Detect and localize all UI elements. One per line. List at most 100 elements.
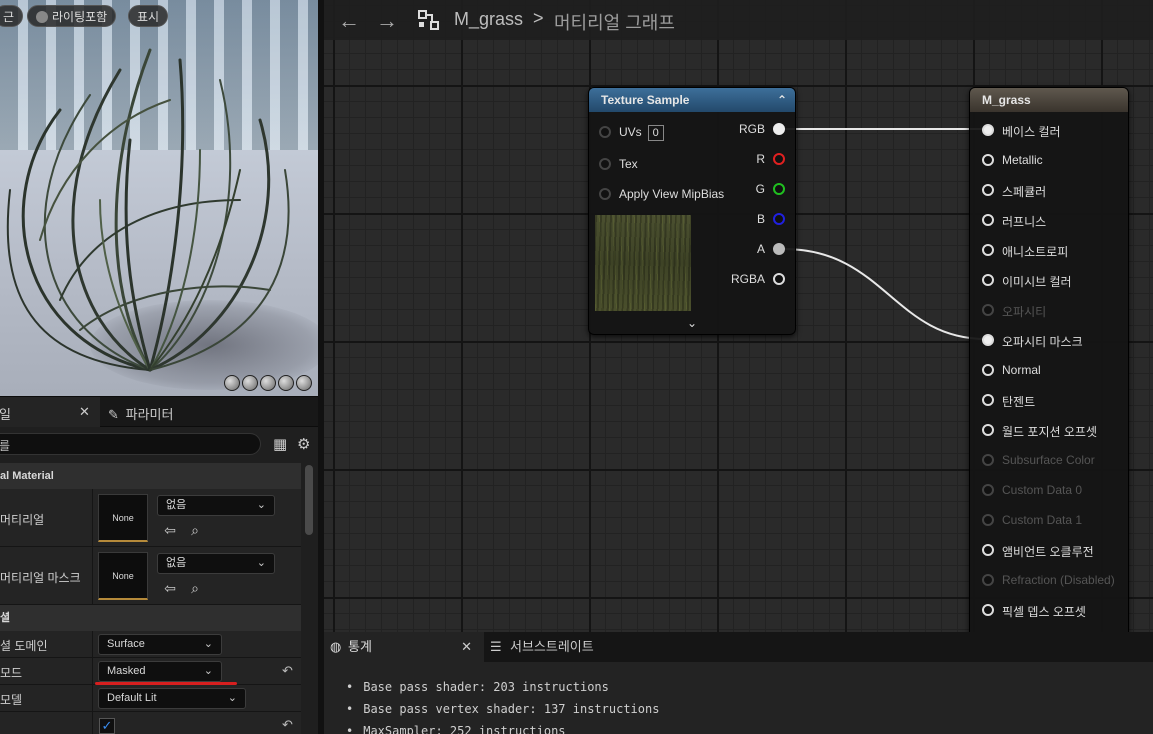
material-graph-canvas[interactable]: ← → M_grass > 머티리얼 그래프 Texture Sample ⌃ … xyxy=(318,0,1153,632)
pin-icon[interactable] xyxy=(982,514,994,526)
material-asset-combo[interactable]: 없음 ⌄ xyxy=(157,495,275,516)
pin-icon[interactable] xyxy=(773,183,785,195)
material-input-pin[interactable]: 탄젠트 xyxy=(970,392,1128,412)
material-input-pin[interactable]: 스페큘러 xyxy=(970,182,1128,202)
node-header[interactable]: Texture Sample ⌃ xyxy=(589,88,795,112)
tab-details-label: 일 xyxy=(0,407,11,422)
chevron-down-icon: ⌄ xyxy=(227,692,237,704)
tab-stats[interactable]: ◍ 통계 ✕ xyxy=(324,632,484,662)
material-asset-combo[interactable]: 없음 ⌄ xyxy=(157,553,275,574)
plane-shape-icon[interactable] xyxy=(260,375,276,391)
material-input-pin[interactable]: 러프니스 xyxy=(970,212,1128,232)
pin-icon[interactable] xyxy=(982,454,994,466)
pin-icon[interactable] xyxy=(982,544,994,556)
output-pin-r[interactable]: R xyxy=(589,149,795,169)
sphere-shape-icon[interactable] xyxy=(242,375,258,391)
node-header[interactable]: M_grass xyxy=(970,88,1128,112)
viewport-show-button[interactable]: 표시 xyxy=(128,5,169,27)
material-input-pin[interactable]: 월드 포지션 오프셋 xyxy=(970,422,1128,442)
details-search-input[interactable]: 를 xyxy=(0,433,261,455)
pin-icon[interactable] xyxy=(982,214,994,226)
gear-icon[interactable]: ⚙ xyxy=(297,435,310,453)
pin-icon[interactable] xyxy=(982,574,994,586)
custom-mesh-icon[interactable] xyxy=(296,375,312,391)
stats-panel: ◍통계 ✕ ☰서브스트레이트 Base pass shader: 203 ins… xyxy=(318,632,1153,734)
pin-label: 스페큘러 xyxy=(1002,185,1047,199)
details-scrollbar[interactable] xyxy=(305,465,313,535)
material-input-pin[interactable]: Metallic xyxy=(970,152,1128,172)
material-input-pin[interactable]: 이미시브 컬러 xyxy=(970,272,1128,292)
browse-asset-icon[interactable]: ⌕ xyxy=(187,580,203,596)
material-input-pin[interactable]: 애니소트로피 xyxy=(970,242,1128,262)
stats-icon: ◍ xyxy=(330,639,342,654)
list-icon: ☰ xyxy=(490,639,502,654)
material-domain-combo[interactable]: Surface ⌄ xyxy=(98,634,222,655)
cylinder-shape-icon[interactable] xyxy=(224,375,240,391)
pin-icon[interactable] xyxy=(773,273,785,285)
material-input-pin[interactable]: Custom Data 0 xyxy=(970,482,1128,502)
stat-line: Base pass vertex shader: 137 instruction… xyxy=(346,702,659,716)
viewport-view-button[interactable]: 근 xyxy=(0,5,24,27)
pin-icon[interactable] xyxy=(773,213,785,225)
browse-asset-icon[interactable]: ⌕ xyxy=(187,522,203,538)
use-selected-icon[interactable]: ⇦ xyxy=(162,522,178,538)
texture-preview-image xyxy=(595,215,691,311)
tab-details[interactable]: 일 ✕ xyxy=(0,397,100,427)
pin-label: Custom Data 0 xyxy=(1002,483,1083,497)
table-view-icon[interactable]: ▦ xyxy=(273,435,287,453)
material-input-pin[interactable]: 픽셀 뎁스 오프셋 xyxy=(970,602,1128,622)
pin-icon[interactable] xyxy=(982,304,994,316)
pin-icon[interactable] xyxy=(982,394,994,406)
pin-icon[interactable] xyxy=(982,604,994,616)
pin-icon[interactable] xyxy=(982,124,994,136)
tab-parameters[interactable]: ✎ 파라미터 xyxy=(108,404,173,423)
pin-icon[interactable] xyxy=(982,154,994,166)
pin-icon[interactable] xyxy=(982,334,994,346)
use-selected-icon[interactable]: ⇦ xyxy=(162,580,178,596)
shading-model-combo[interactable]: Default Lit ⌄ xyxy=(98,688,246,709)
pin-icon[interactable] xyxy=(982,484,994,496)
pin-label: 오파시티 마스크 xyxy=(1002,335,1083,349)
output-pin-g[interactable]: G xyxy=(589,179,795,199)
material-thumbnail[interactable]: None xyxy=(98,552,148,600)
pin-label: 애니소트로피 xyxy=(1002,245,1069,259)
property-checkbox[interactable]: ✓ xyxy=(99,718,115,734)
material-input-pin[interactable]: Normal xyxy=(970,362,1128,382)
close-icon[interactable]: ✕ xyxy=(461,632,472,662)
material-input-pin[interactable]: 베이스 컬러 xyxy=(970,122,1128,142)
material-input-pin[interactable]: Subsurface Color xyxy=(970,452,1128,472)
texture-sample-node[interactable]: Texture Sample ⌃ UVs 0 Tex Apply View Mip… xyxy=(588,87,796,335)
cube-shape-icon[interactable] xyxy=(278,375,294,391)
pin-label: 픽셀 뎁스 오프셋 xyxy=(1002,605,1086,619)
material-input-pin[interactable]: Refraction (Disabled) xyxy=(970,572,1128,592)
blend-mode-combo[interactable]: Masked ⌄ xyxy=(98,661,222,682)
material-preview-viewport[interactable]: 근 라이팅포함 표시 xyxy=(0,0,318,396)
material-input-pin[interactable]: 오파시티 마스크 xyxy=(970,332,1128,352)
category-material[interactable]: al Material xyxy=(0,463,301,489)
stats-body: Base pass shader: 203 instructions Base … xyxy=(324,662,1153,734)
pin-label: 오파시티 xyxy=(1002,305,1047,319)
material-thumbnail[interactable]: None xyxy=(98,494,148,542)
property-row-checkbox: ✓ ↶ xyxy=(0,712,301,734)
viewport-lighting-button[interactable]: 라이팅포함 xyxy=(27,5,117,27)
material-input-pin[interactable]: Custom Data 1 xyxy=(970,512,1128,532)
reset-to-default-icon[interactable]: ↶ xyxy=(282,717,293,733)
pin-icon[interactable] xyxy=(773,153,785,165)
tab-substrate[interactable]: ☰ 서브스트레이트 xyxy=(490,632,594,662)
reset-to-default-icon[interactable]: ↶ xyxy=(282,663,293,679)
material-input-pin[interactable]: 오파시티 xyxy=(970,302,1128,322)
close-icon[interactable]: ✕ xyxy=(79,404,90,420)
pin-icon[interactable] xyxy=(982,244,994,256)
pin-icon[interactable] xyxy=(773,123,785,135)
material-result-node[interactable]: M_grass 베이스 컬러 Metallic 스페큘러러프니스애니소트로피이미시브… xyxy=(969,87,1129,632)
pin-icon[interactable] xyxy=(982,424,994,436)
category-material-settings[interactable]: 셜 xyxy=(0,605,301,631)
pin-icon[interactable] xyxy=(982,274,994,286)
chevron-up-icon[interactable]: ⌃ xyxy=(777,88,787,112)
output-pin-rgb[interactable]: RGB xyxy=(589,119,795,139)
pin-icon[interactable] xyxy=(982,364,994,376)
chevron-down-icon[interactable]: ⌄ xyxy=(687,316,697,330)
pin-icon[interactable] xyxy=(982,184,994,196)
material-input-pin[interactable]: 앰비언트 오클루전 xyxy=(970,542,1128,562)
pin-icon[interactable] xyxy=(773,243,785,255)
